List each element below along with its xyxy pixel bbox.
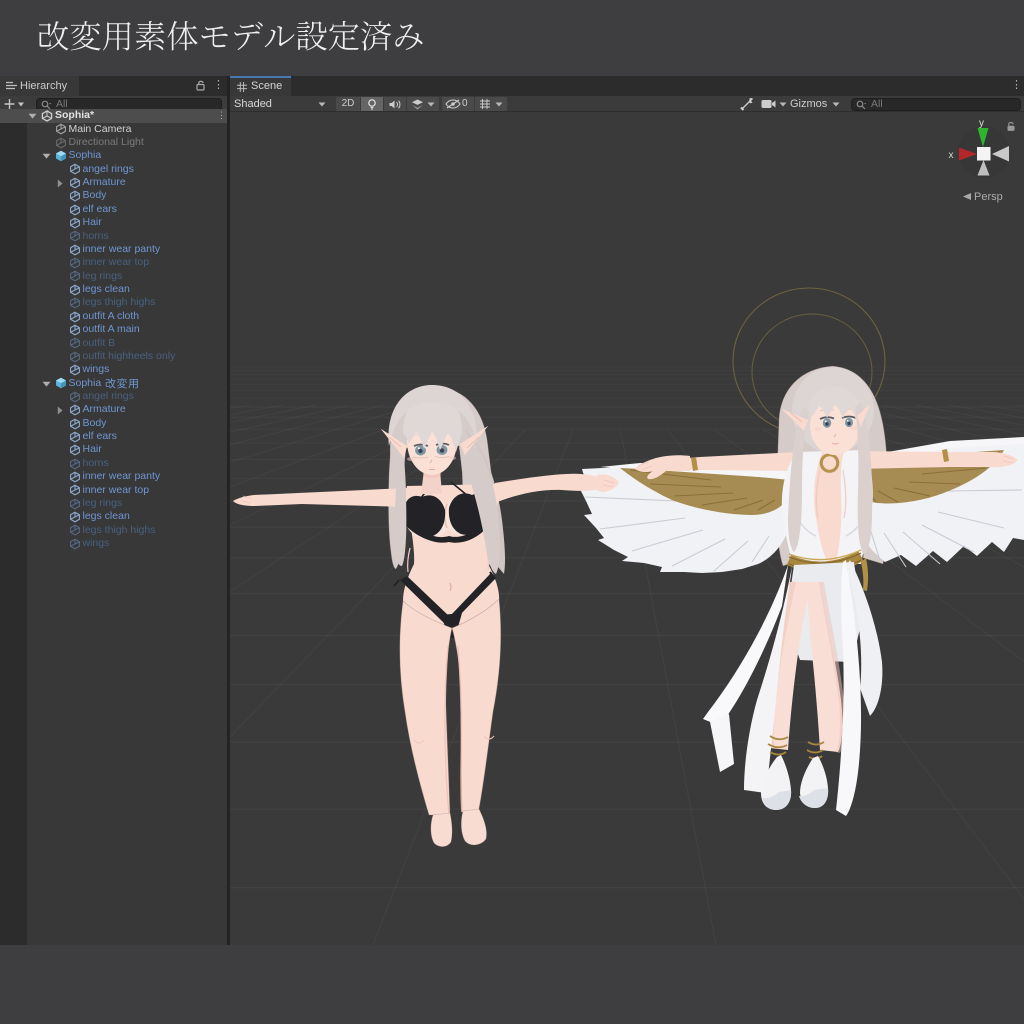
svg-text:x: x: [949, 150, 954, 161]
svg-text:y: y: [979, 118, 984, 129]
svg-text:Persp: Persp: [974, 191, 1003, 203]
